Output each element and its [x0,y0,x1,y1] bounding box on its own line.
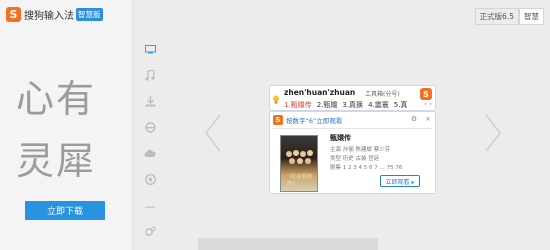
settings-gear-icon[interactable]: ⚙ [411,115,417,123]
ie-icon[interactable] [141,120,159,134]
pinyin-input: zhen'huan'zhuan [284,88,356,97]
sogou-s-icon[interactable]: S [420,88,432,100]
music-icon[interactable] [141,68,159,82]
game-icon[interactable] [141,172,159,186]
poster-figures [286,150,313,164]
monitor-icon[interactable] [141,42,159,56]
slogan-line-1: 心有 [16,77,97,121]
toolbox-link[interactable]: 工具箱(分号) [365,89,400,98]
bottom-scroll-bar[interactable] [198,238,378,250]
close-icon[interactable]: × [425,115,431,123]
show-episodes[interactable]: 剧集 1 2 3 4 5 6 7 ... 75 76 [330,163,402,171]
show-title: 甄嬛传 [330,134,351,142]
candidate-list: 1.甄嬛传 2.甄嬛 3.真换 4.震寰 5.真 [284,100,407,110]
candidate-2[interactable]: 2.甄嬛 [317,100,338,110]
cloud-icon[interactable] [141,146,159,160]
carousel-prev-arrow[interactable] [203,113,223,153]
card-header: S 按数字“6”立即观看 [273,115,342,125]
lightbulb-icon [272,89,280,104]
show-poster[interactable]: 《后宫甄嬛传》 [280,135,318,192]
app-name: 搜狗输入法 [24,10,74,22]
slogan-line-2: 灵犀 [16,139,97,183]
candidate-4[interactable]: 4.震寰 [368,100,389,110]
candidate-page-arrows[interactable]: ‹ › [424,100,432,108]
sogou-small-icon: S [273,115,283,125]
candidate-5[interactable]: 5.真 [394,100,408,110]
candidate-3[interactable]: 3.真换 [342,100,363,110]
show-cast: 主演 孙俪 陈建斌 蔡少芬 [330,147,391,153]
tab-stable-version[interactable]: 正式版6.5 [474,8,519,25]
app-logo[interactable]: S 搜狗输入法 智慧版 [6,6,103,22]
sogou-logo-icon: S [6,6,21,22]
edition-badge: 智慧版 [76,7,103,21]
card-title: 按数字“6”立即观看 [286,117,343,125]
card-controls: ⚙ × [411,115,431,123]
tab-smart-version[interactable]: 智慧 [519,8,544,25]
settings-icon[interactable] [141,224,159,238]
version-tabs: 正式版6.5 智慧 [474,8,544,25]
show-genre: 类型 历史 古装 宫廷 [330,156,380,162]
carousel-next-arrow[interactable] [483,113,503,153]
download-icon[interactable] [141,94,159,108]
ime-candidate-window: zhen'huan'zhuan 工具箱(分号) S 1.甄嬛传 2.甄嬛 3.真… [269,85,436,111]
candidate-1[interactable]: 1.甄嬛传 [284,100,312,110]
video-suggestion-card: S 按数字“6”立即观看 ⚙ × 《后宫甄嬛传》 甄嬛传 主演 孙俪 陈建斌 蔡… [269,111,436,194]
watch-now-button[interactable]: 立即观看 ▸ [380,175,420,187]
download-button[interactable]: 立即下载 [25,201,105,220]
poster-caption: 《后宫甄嬛传》 [287,174,313,187]
left-panel: S 搜狗输入法 智慧版 心有 灵犀 立即下载 [0,0,133,250]
divider [273,128,432,129]
dash-icon[interactable] [141,200,159,214]
